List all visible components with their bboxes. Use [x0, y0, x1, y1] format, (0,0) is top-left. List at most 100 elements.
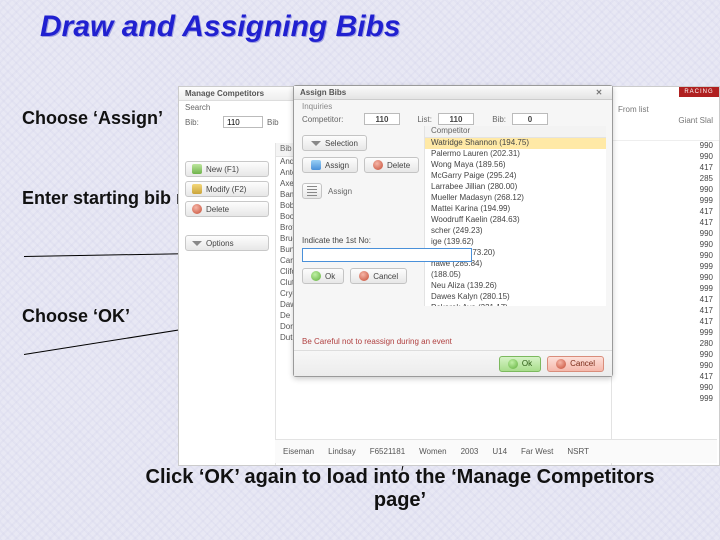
points-cell: 417	[612, 317, 719, 328]
instruction-ok: Choose ‘OK’	[22, 306, 130, 327]
detail-gender: Women	[419, 447, 446, 456]
dialog-title: Assign Bibs	[300, 86, 346, 99]
points-cell: 285	[612, 174, 719, 185]
points-cell: 990	[612, 185, 719, 196]
modify-label: Modify (F2)	[206, 185, 246, 194]
assign-icon	[311, 160, 321, 170]
instruction-assign: Choose ‘Assign’	[22, 108, 163, 129]
list-item[interactable]: Dawes Kalyn (280.15)	[425, 292, 606, 303]
prompt-ok-button[interactable]: Ok	[302, 268, 344, 284]
options-panel: Options	[185, 235, 269, 255]
dlg-bib-label: Bib:	[480, 115, 506, 124]
points-cell: 999	[612, 284, 719, 295]
points-cell: 417	[612, 372, 719, 383]
new-label: New (F1)	[206, 165, 239, 174]
options-button[interactable]: Options	[185, 235, 269, 251]
detail-last: Eiseman	[283, 447, 314, 456]
close-button[interactable]: ✕	[592, 86, 606, 99]
footer-cancel-label: Cancel	[570, 359, 595, 368]
points-cell: 990	[612, 273, 719, 284]
points-cell: 999	[612, 196, 719, 207]
delete-icon	[373, 160, 383, 170]
footer-cancel-button[interactable]: Cancel	[547, 356, 604, 372]
selection-label: Selection	[325, 139, 358, 148]
points-cell: 990	[612, 229, 719, 240]
list-icon	[307, 186, 317, 196]
list-item[interactable]: Palermo Lauren (202.31)	[425, 149, 606, 160]
detail-id: F6521181	[370, 447, 405, 456]
list-value: 110	[438, 113, 474, 125]
footer-instruction: Click ‘OK’ again to load into the ‘Manag…	[140, 466, 660, 512]
list-label: List:	[406, 115, 432, 124]
detail-division: Far West	[521, 447, 553, 456]
cancel-icon	[556, 359, 566, 369]
options-label: Options	[206, 239, 234, 248]
prompt-cancel-label: Cancel	[373, 272, 398, 281]
list-item[interactable]: Pekarek Ava (331.17)	[425, 303, 606, 306]
warning-text: Be Careful not to reassign during an eve…	[302, 337, 604, 346]
competitor-label: Competitor:	[302, 115, 358, 124]
bib-label: Bib:	[185, 118, 219, 127]
list-item[interactable]: Wong Maya (189.56)	[425, 160, 606, 171]
inquiries-label: Inquiries	[302, 102, 604, 111]
detail-year: 2003	[461, 447, 479, 456]
points-cell: 990	[612, 152, 719, 163]
assign-label: Assign	[325, 161, 349, 170]
modify-button[interactable]: Modify (F2)	[185, 181, 269, 197]
list-item[interactable]: Mattei Karina (194.99)	[425, 204, 606, 215]
delete-label: Delete	[206, 205, 229, 214]
assign-bibs-dialog: Assign Bibs ✕ Inquiries Competitor: 110 …	[293, 85, 613, 377]
assign-text: Assign	[328, 187, 352, 196]
check-icon	[508, 359, 518, 369]
points-cell: 417	[612, 218, 719, 229]
prompt-cancel-button[interactable]: Cancel	[350, 268, 407, 284]
points-cell: 999	[612, 394, 719, 405]
starting-bib-input[interactable]	[302, 248, 472, 262]
app-screenshot: RACING Manage Competitors Search Bib: Bi…	[178, 86, 720, 466]
competitor-value: 110	[364, 113, 400, 125]
chevron-down-icon	[192, 238, 202, 248]
assign-quick-button[interactable]	[302, 183, 322, 199]
competitor-detail-row: Eiseman Lindsay F6521181 Women 2003 U14 …	[275, 439, 717, 463]
delete-button[interactable]: Delete	[185, 201, 269, 217]
dlg-delete-button[interactable]: Delete	[364, 157, 419, 173]
chevron-down-icon	[311, 138, 321, 148]
dialog-footer: Ok Cancel	[294, 350, 612, 376]
points-cell: 280	[612, 339, 719, 350]
bib-input[interactable]	[223, 116, 263, 128]
dlg-delete-label: Delete	[387, 161, 410, 170]
footer-ok-label: Ok	[522, 359, 532, 368]
points-cell: 999	[612, 262, 719, 273]
detail-club: NSRT	[567, 447, 589, 456]
prompt-ok-label: Ok	[325, 272, 335, 281]
points-cell: 990	[612, 383, 719, 394]
new-button[interactable]: New (F1)	[185, 161, 269, 177]
points-cell: 990	[612, 141, 719, 152]
plus-icon	[192, 164, 202, 174]
points-cell: 990	[612, 251, 719, 262]
footer-ok-button[interactable]: Ok	[499, 356, 541, 372]
list-item[interactable]: Larrabee Jillian (280.00)	[425, 182, 606, 193]
competitor-list-header: Competitor	[425, 126, 606, 138]
points-cell: 417	[612, 306, 719, 317]
points-cell: 990	[612, 240, 719, 251]
delete-icon	[192, 204, 202, 214]
brand-badge: RACING	[679, 87, 719, 97]
points-cell: 990	[612, 361, 719, 372]
points-cell: 999	[612, 328, 719, 339]
pencil-icon	[192, 184, 202, 194]
list-item[interactable]: McGarry Paige (295.24)	[425, 171, 606, 182]
list-item[interactable]: Watridge Shannon (194.75)	[425, 138, 606, 149]
cancel-icon	[359, 271, 369, 281]
detail-class: U14	[492, 447, 507, 456]
selection-button[interactable]: Selection	[302, 135, 367, 151]
points-cell: 417	[612, 295, 719, 306]
actions-panel: New (F1) Modify (F2) Delete	[185, 161, 269, 221]
assign-button[interactable]: Assign	[302, 157, 358, 173]
prompt-panel: Indicate the 1st No: Ok Cancel	[302, 236, 472, 284]
list-item[interactable]: Mueller Madasyn (268.12)	[425, 193, 606, 204]
list-item[interactable]: Woodruff Kaelin (284.63)	[425, 215, 606, 226]
points-cell: 990	[612, 350, 719, 361]
search-label: Search	[185, 103, 219, 112]
event-label: Giant Slal	[618, 116, 713, 125]
